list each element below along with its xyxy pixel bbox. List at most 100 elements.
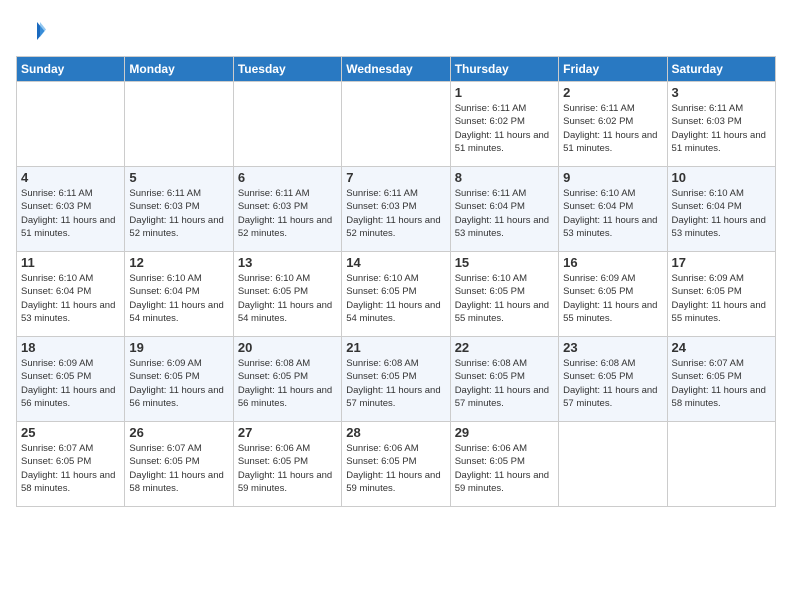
calendar-cell xyxy=(233,82,341,167)
day-info: Sunrise: 6:07 AM Sunset: 6:05 PM Dayligh… xyxy=(129,442,228,495)
weekday-header-saturday: Saturday xyxy=(667,57,775,82)
page-header xyxy=(16,16,776,46)
calendar-cell: 20 Sunrise: 6:08 AM Sunset: 6:05 PM Dayli… xyxy=(233,337,341,422)
weekday-header-wednesday: Wednesday xyxy=(342,57,450,82)
day-info: Sunrise: 6:10 AM Sunset: 6:04 PM Dayligh… xyxy=(129,272,228,325)
day-info: Sunrise: 6:10 AM Sunset: 6:04 PM Dayligh… xyxy=(563,187,662,240)
calendar-cell: 28 Sunrise: 6:06 AM Sunset: 6:05 PM Dayli… xyxy=(342,422,450,507)
calendar-cell: 24 Sunrise: 6:07 AM Sunset: 6:05 PM Dayli… xyxy=(667,337,775,422)
calendar-cell xyxy=(559,422,667,507)
day-number: 20 xyxy=(238,340,337,355)
day-number: 18 xyxy=(21,340,120,355)
day-info: Sunrise: 6:10 AM Sunset: 6:05 PM Dayligh… xyxy=(238,272,337,325)
day-number: 21 xyxy=(346,340,445,355)
weekday-header-row: SundayMondayTuesdayWednesdayThursdayFrid… xyxy=(17,57,776,82)
day-info: Sunrise: 6:08 AM Sunset: 6:05 PM Dayligh… xyxy=(346,357,445,410)
calendar-cell: 7Sunrise: 6:11 AM Sunset: 6:03 PM Daylig… xyxy=(342,167,450,252)
day-info: Sunrise: 6:10 AM Sunset: 6:05 PM Dayligh… xyxy=(455,272,554,325)
calendar-cell: 16 Sunrise: 6:09 AM Sunset: 6:05 PM Dayli… xyxy=(559,252,667,337)
calendar-cell: 29 Sunrise: 6:06 AM Sunset: 6:05 PM Dayli… xyxy=(450,422,558,507)
calendar-cell: 27Sunrise: 6:06 AM Sunset: 6:05 PM Dayli… xyxy=(233,422,341,507)
calendar-cell xyxy=(667,422,775,507)
day-number: 16 xyxy=(563,255,662,270)
calendar-cell: 18 Sunrise: 6:09 AM Sunset: 6:05 PM Dayli… xyxy=(17,337,125,422)
calendar-cell: 3 Sunrise: 6:11 AM Sunset: 6:03 PM Daylig… xyxy=(667,82,775,167)
calendar-cell: 6Sunrise: 6:11 AM Sunset: 6:03 PM Daylig… xyxy=(233,167,341,252)
day-info: Sunrise: 6:08 AM Sunset: 6:05 PM Dayligh… xyxy=(563,357,662,410)
day-info: Sunrise: 6:11 AM Sunset: 6:03 PM Dayligh… xyxy=(238,187,337,240)
calendar-cell: 9 Sunrise: 6:10 AM Sunset: 6:04 PM Daylig… xyxy=(559,167,667,252)
weekday-header-monday: Monday xyxy=(125,57,233,82)
day-info: Sunrise: 6:06 AM Sunset: 6:05 PM Dayligh… xyxy=(346,442,445,495)
calendar-week-row: 18 Sunrise: 6:09 AM Sunset: 6:05 PM Dayli… xyxy=(17,337,776,422)
day-info: Sunrise: 6:09 AM Sunset: 6:05 PM Dayligh… xyxy=(563,272,662,325)
day-info: Sunrise: 6:11 AM Sunset: 6:03 PM Dayligh… xyxy=(21,187,120,240)
calendar-table: SundayMondayTuesdayWednesdayThursdayFrid… xyxy=(16,56,776,507)
day-info: Sunrise: 6:08 AM Sunset: 6:05 PM Dayligh… xyxy=(455,357,554,410)
day-info: Sunrise: 6:07 AM Sunset: 6:05 PM Dayligh… xyxy=(21,442,120,495)
day-number: 1 xyxy=(455,85,554,100)
day-number: 17 xyxy=(672,255,771,270)
day-info: Sunrise: 6:11 AM Sunset: 6:02 PM Dayligh… xyxy=(455,102,554,155)
calendar-cell: 5 Sunrise: 6:11 AM Sunset: 6:03 PM Daylig… xyxy=(125,167,233,252)
day-number: 19 xyxy=(129,340,228,355)
day-number: 11 xyxy=(21,255,120,270)
day-number: 26 xyxy=(129,425,228,440)
day-info: Sunrise: 6:11 AM Sunset: 6:04 PM Dayligh… xyxy=(455,187,554,240)
calendar-cell: 15 Sunrise: 6:10 AM Sunset: 6:05 PM Dayli… xyxy=(450,252,558,337)
day-info: Sunrise: 6:08 AM Sunset: 6:05 PM Dayligh… xyxy=(238,357,337,410)
weekday-header-tuesday: Tuesday xyxy=(233,57,341,82)
weekday-header-friday: Friday xyxy=(559,57,667,82)
calendar-cell: 4 Sunrise: 6:11 AM Sunset: 6:03 PM Daylig… xyxy=(17,167,125,252)
day-info: Sunrise: 6:11 AM Sunset: 6:03 PM Dayligh… xyxy=(129,187,228,240)
day-number: 28 xyxy=(346,425,445,440)
day-info: Sunrise: 6:10 AM Sunset: 6:05 PM Dayligh… xyxy=(346,272,445,325)
calendar-cell: 1 Sunrise: 6:11 AM Sunset: 6:02 PM Daylig… xyxy=(450,82,558,167)
calendar-body: 1 Sunrise: 6:11 AM Sunset: 6:02 PM Daylig… xyxy=(17,82,776,507)
calendar-cell: 12 Sunrise: 6:10 AM Sunset: 6:04 PM Dayli… xyxy=(125,252,233,337)
day-number: 9 xyxy=(563,170,662,185)
calendar-header: SundayMondayTuesdayWednesdayThursdayFrid… xyxy=(17,57,776,82)
calendar-cell: 22Sunrise: 6:08 AM Sunset: 6:05 PM Dayli… xyxy=(450,337,558,422)
calendar-cell: 2Sunrise: 6:11 AM Sunset: 6:02 PM Daylig… xyxy=(559,82,667,167)
calendar-cell xyxy=(342,82,450,167)
calendar-cell xyxy=(125,82,233,167)
day-info: Sunrise: 6:10 AM Sunset: 6:04 PM Dayligh… xyxy=(21,272,120,325)
day-number: 13 xyxy=(238,255,337,270)
day-number: 23 xyxy=(563,340,662,355)
day-number: 24 xyxy=(672,340,771,355)
calendar-cell: 10Sunrise: 6:10 AM Sunset: 6:04 PM Dayli… xyxy=(667,167,775,252)
calendar-cell: 8 Sunrise: 6:11 AM Sunset: 6:04 PM Daylig… xyxy=(450,167,558,252)
calendar-cell: 23 Sunrise: 6:08 AM Sunset: 6:05 PM Dayli… xyxy=(559,337,667,422)
calendar-cell: 13 Sunrise: 6:10 AM Sunset: 6:05 PM Dayli… xyxy=(233,252,341,337)
day-number: 10 xyxy=(672,170,771,185)
day-info: Sunrise: 6:11 AM Sunset: 6:02 PM Dayligh… xyxy=(563,102,662,155)
day-number: 7 xyxy=(346,170,445,185)
day-number: 15 xyxy=(455,255,554,270)
day-info: Sunrise: 6:06 AM Sunset: 6:05 PM Dayligh… xyxy=(455,442,554,495)
calendar-week-row: 4 Sunrise: 6:11 AM Sunset: 6:03 PM Daylig… xyxy=(17,167,776,252)
calendar-cell: 17 Sunrise: 6:09 AM Sunset: 6:05 PM Dayli… xyxy=(667,252,775,337)
calendar-week-row: 1 Sunrise: 6:11 AM Sunset: 6:02 PM Daylig… xyxy=(17,82,776,167)
logo xyxy=(16,16,50,46)
day-info: Sunrise: 6:09 AM Sunset: 6:05 PM Dayligh… xyxy=(672,272,771,325)
day-info: Sunrise: 6:07 AM Sunset: 6:05 PM Dayligh… xyxy=(672,357,771,410)
calendar-cell: 11 Sunrise: 6:10 AM Sunset: 6:04 PM Dayli… xyxy=(17,252,125,337)
logo-icon xyxy=(16,16,46,46)
day-number: 14 xyxy=(346,255,445,270)
day-number: 8 xyxy=(455,170,554,185)
day-number: 4 xyxy=(21,170,120,185)
calendar-week-row: 25Sunrise: 6:07 AM Sunset: 6:05 PM Dayli… xyxy=(17,422,776,507)
day-info: Sunrise: 6:09 AM Sunset: 6:05 PM Dayligh… xyxy=(129,357,228,410)
day-number: 3 xyxy=(672,85,771,100)
calendar-cell: 19 Sunrise: 6:09 AM Sunset: 6:05 PM Dayli… xyxy=(125,337,233,422)
calendar-cell: 14 Sunrise: 6:10 AM Sunset: 6:05 PM Dayli… xyxy=(342,252,450,337)
day-info: Sunrise: 6:09 AM Sunset: 6:05 PM Dayligh… xyxy=(21,357,120,410)
day-number: 29 xyxy=(455,425,554,440)
day-info: Sunrise: 6:11 AM Sunset: 6:03 PM Dayligh… xyxy=(672,102,771,155)
day-number: 12 xyxy=(129,255,228,270)
day-info: Sunrise: 6:06 AM Sunset: 6:05 PM Dayligh… xyxy=(238,442,337,495)
calendar-cell xyxy=(17,82,125,167)
day-number: 5 xyxy=(129,170,228,185)
calendar-cell: 21 Sunrise: 6:08 AM Sunset: 6:05 PM Dayli… xyxy=(342,337,450,422)
